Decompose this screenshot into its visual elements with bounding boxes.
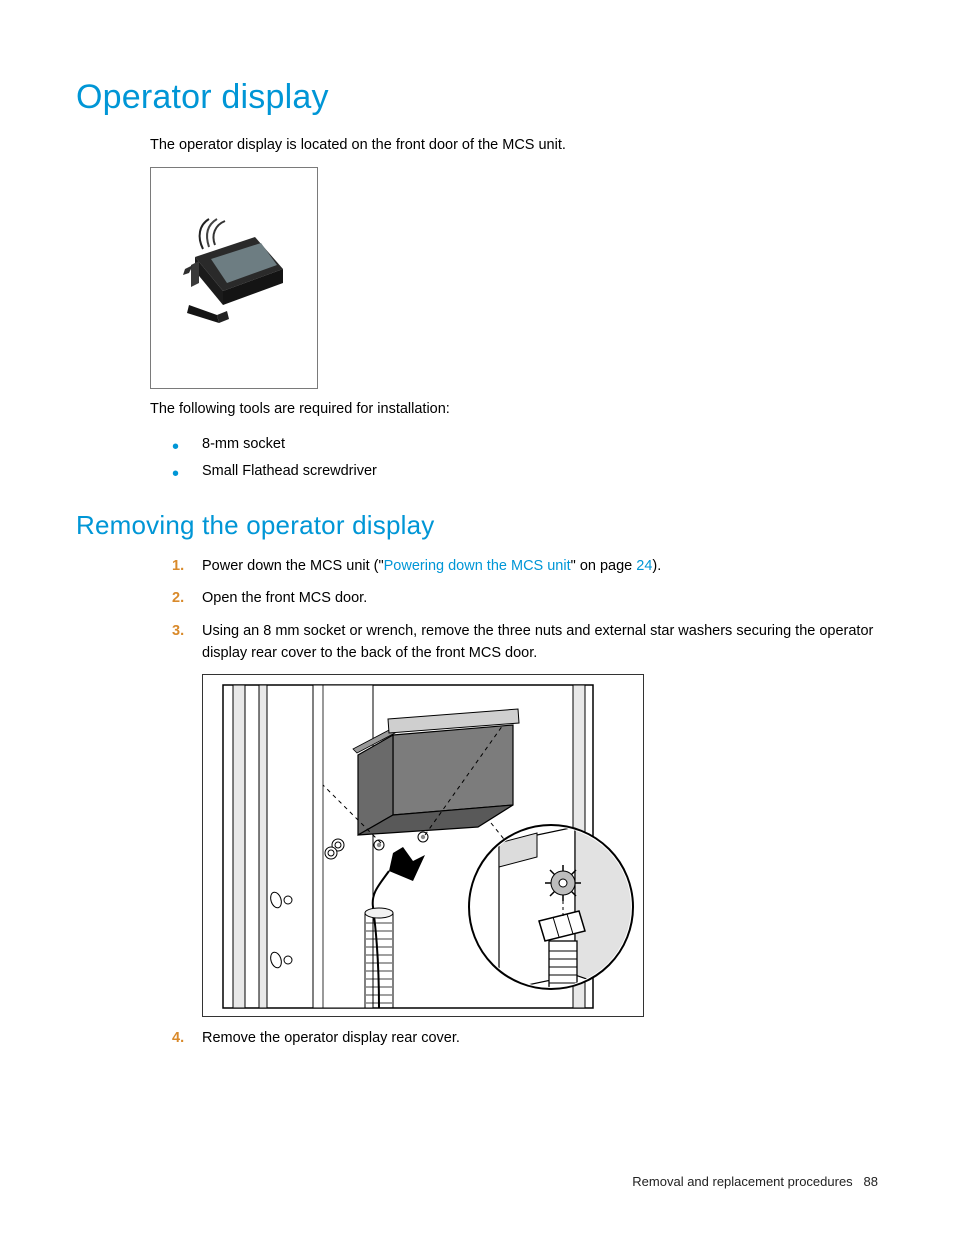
step-item: Power down the MCS unit ("Powering down …: [172, 555, 878, 577]
removal-diagram: [203, 675, 644, 1017]
subsection-body: Power down the MCS unit ("Powering down …: [150, 555, 878, 1050]
step-item: Remove the operator display rear cover.: [172, 1027, 878, 1049]
subsection-heading: Removing the operator display: [76, 510, 878, 541]
operator-display-photo: [169, 213, 299, 343]
step-item: Open the front MCS door.: [172, 587, 878, 609]
footer-section-title: Removal and replacement procedures: [632, 1174, 852, 1189]
section-heading: Operator display: [76, 78, 878, 117]
page: Operator display The operator display is…: [0, 0, 954, 1235]
step-text: ).: [652, 558, 661, 574]
footer-page-number: 88: [864, 1174, 878, 1189]
figure-diagram-frame: [202, 674, 644, 1017]
step-text: " on page: [571, 558, 637, 574]
page-footer: Removal and replacement procedures 88: [632, 1174, 878, 1189]
procedure-steps-cont: Remove the operator display rear cover.: [172, 1027, 878, 1049]
section-body: The operator display is located on the f…: [150, 135, 878, 486]
page-ref-link[interactable]: 24: [636, 558, 652, 574]
procedure-steps: Power down the MCS unit ("Powering down …: [172, 555, 878, 665]
step-text: Power down the MCS unit (": [202, 558, 384, 574]
list-item: Small Flathead screwdriver: [172, 458, 878, 486]
tools-list: 8-mm socket Small Flathead screwdriver: [172, 431, 878, 486]
intro-paragraph: The operator display is located on the f…: [150, 135, 878, 157]
figure-photo-frame: [150, 167, 318, 389]
tools-intro: The following tools are required for ins…: [150, 399, 878, 421]
cross-ref-link[interactable]: Powering down the MCS unit: [384, 558, 571, 574]
list-item: 8-mm socket: [172, 431, 878, 459]
step-item: Using an 8 mm socket or wrench, remove t…: [172, 620, 878, 665]
